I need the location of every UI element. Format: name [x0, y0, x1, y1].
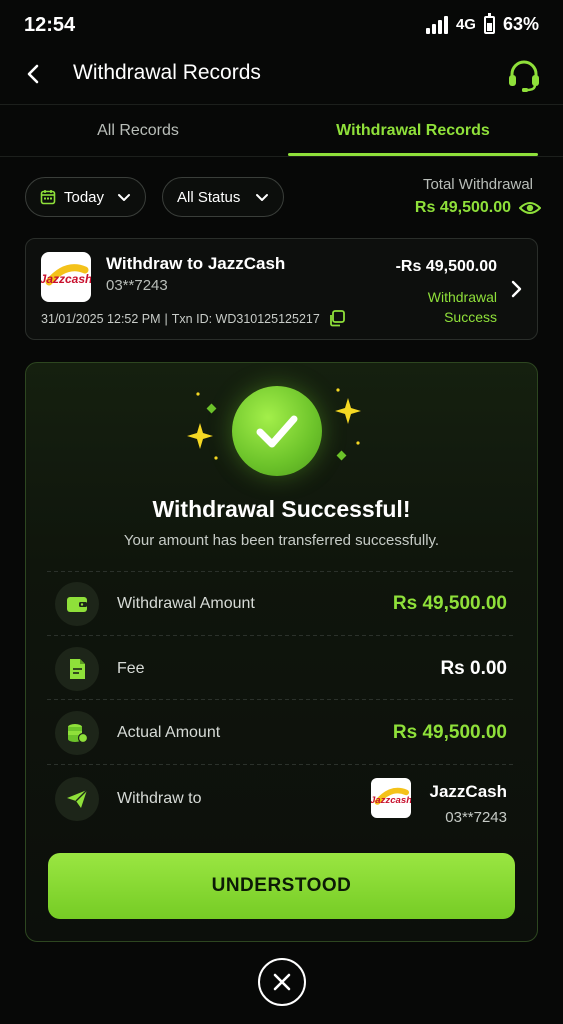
document-icon	[70, 659, 85, 679]
withdrawal-amount-label: Withdrawal Amount	[117, 595, 255, 612]
calendar-icon	[40, 190, 56, 205]
page-title: Withdrawal Records	[73, 61, 261, 84]
headset-icon[interactable]	[505, 56, 543, 94]
network-type: 4G	[455, 16, 476, 33]
tabs-divider	[0, 156, 563, 157]
chevron-down-icon	[118, 194, 130, 201]
success-check-badge	[232, 386, 322, 476]
wallet-icon	[67, 597, 87, 612]
actual-amount-value: Rs 49,500.00	[392, 722, 507, 743]
tab-withdrawal-records[interactable]: Withdrawal Records	[288, 122, 538, 140]
battery-icon	[483, 12, 495, 34]
send-icon-badge	[55, 777, 99, 821]
record-title: Withdraw to JazzCash	[106, 254, 286, 273]
success-title: Withdrawal Successful!	[152, 496, 411, 522]
row-divider	[47, 764, 516, 765]
understood-button[interactable]: UNDERSTOOD	[48, 853, 515, 919]
total-withdrawal-label: Total Withdrawal	[422, 176, 533, 193]
success-subtitle: Your amount has been transferred success…	[123, 532, 440, 549]
svg-text:Jazzcash: Jazzcash	[41, 272, 91, 286]
meta-separator: |	[164, 311, 168, 326]
withdraw-to-label: Withdraw to	[117, 790, 202, 807]
fee-label: Fee	[117, 660, 145, 677]
tab-all-records[interactable]: All Records	[0, 122, 276, 140]
withdraw-to-account: 03**7243	[445, 809, 507, 826]
row-divider	[47, 635, 516, 636]
document-icon-badge	[55, 647, 99, 691]
send-icon	[67, 789, 88, 808]
status-filter-dropdown[interactable]: All Status	[162, 177, 284, 217]
row-divider	[47, 699, 516, 700]
withdraw-to-name: JazzCash	[429, 782, 507, 801]
header-divider	[0, 104, 563, 105]
eye-icon[interactable]	[519, 200, 541, 216]
coins-icon-badge	[55, 711, 99, 755]
close-button[interactable]	[258, 958, 306, 1006]
total-withdrawal-row: Rs 49,500.00	[415, 199, 541, 217]
jazzcash-logo: Jazzcash	[41, 252, 91, 302]
chevron-right-icon[interactable]	[507, 279, 525, 299]
record-status: Withdrawal Success	[397, 287, 497, 327]
status-time: 12:54	[24, 14, 76, 36]
record-datetime: 31/01/2025 12:52 PM	[41, 311, 161, 326]
date-filter-dropdown[interactable]: Today	[25, 177, 146, 217]
wallet-icon-badge	[55, 582, 99, 626]
record-status-line1: Withdrawal	[427, 289, 497, 305]
close-icon	[273, 973, 291, 991]
fee-value: Rs 0.00	[440, 658, 507, 679]
check-icon	[256, 415, 298, 448]
status-indicators: 4G 63%	[425, 12, 539, 35]
svg-text:Jazzcash: Jazzcash	[371, 795, 411, 806]
signal-icon	[425, 15, 448, 34]
withdrawal-record-card[interactable]: Jazzcash Withdraw to JazzCash 03**7243 3…	[25, 238, 538, 340]
withdrawal-amount-value: Rs 49,500.00	[392, 593, 507, 614]
record-amount: -Rs 49,500.00	[395, 258, 497, 275]
actual-amount-label: Actual Amount	[117, 724, 221, 741]
battery-level: 63%	[502, 14, 539, 34]
record-status-line2: Success	[444, 309, 497, 325]
back-arrow-icon[interactable]	[22, 62, 46, 86]
status-filter-label: All Status	[177, 188, 241, 206]
jazzcash-logo: Jazzcash	[371, 778, 411, 818]
date-filter-label: Today	[64, 188, 105, 206]
total-withdrawal-value: Rs 49,500.00	[414, 199, 511, 216]
copy-icon[interactable]	[328, 310, 345, 327]
row-divider	[47, 571, 516, 572]
record-meta: 31/01/2025 12:52 PM | Txn ID: WD31012512…	[41, 310, 345, 327]
record-txn-id: Txn ID: WD310125125217	[171, 311, 320, 326]
chevron-down-icon	[256, 194, 268, 201]
coins-icon	[68, 724, 88, 744]
record-account: 03**7243	[106, 277, 168, 294]
